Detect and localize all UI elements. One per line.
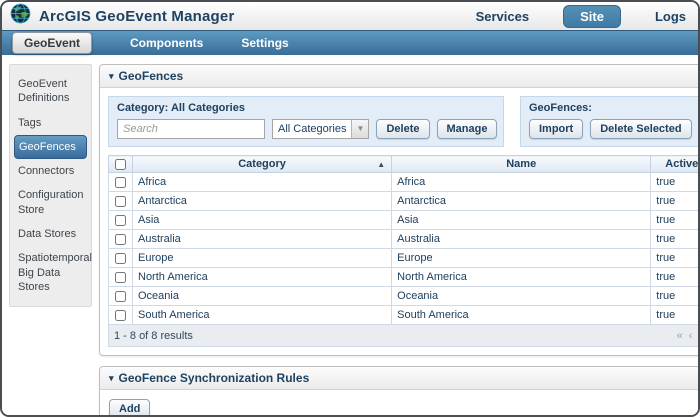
geofences-panel-title: GeoFences bbox=[119, 69, 184, 83]
add-rule-button[interactable]: Add bbox=[109, 399, 150, 417]
table-row: Europe Europe true ✕ bbox=[109, 249, 700, 268]
column-header-name[interactable]: Name bbox=[392, 156, 651, 173]
cell-active: true bbox=[651, 230, 700, 249]
cell-name: Africa bbox=[392, 173, 651, 192]
app-window: ArcGIS GeoEvent Manager Services Site Lo… bbox=[0, 0, 700, 417]
cell-name: Europe bbox=[392, 249, 651, 268]
row-checkbox[interactable] bbox=[115, 272, 126, 283]
results-count: 1 - 8 of 8 results bbox=[114, 330, 193, 342]
category-filter-box: Category: All Categories All Categories … bbox=[108, 96, 504, 147]
column-header-active[interactable]: Active bbox=[651, 156, 700, 173]
nav-tab-components[interactable]: Components bbox=[130, 36, 203, 50]
table-row: North America North America true ✕ bbox=[109, 268, 700, 287]
select-all-header bbox=[109, 156, 133, 173]
category-filter-label: Category: All Categories bbox=[117, 102, 495, 114]
cell-active: true bbox=[651, 287, 700, 306]
row-checkbox[interactable] bbox=[115, 310, 126, 321]
row-checkbox[interactable] bbox=[115, 291, 126, 302]
row-checkbox[interactable] bbox=[115, 234, 126, 245]
pagination: « ‹ 1 › » 15 ▼ bbox=[677, 327, 700, 344]
delete-button[interactable]: Delete bbox=[376, 119, 429, 139]
sidebar-item-spatiotemporal-big-data-stores[interactable]: Spatiotemporal Big Data Stores bbox=[14, 246, 87, 299]
nav-tab-settings[interactable]: Settings bbox=[241, 36, 288, 50]
header-link-services[interactable]: Services bbox=[476, 9, 530, 24]
cell-active: true bbox=[651, 173, 700, 192]
category-select-value: All Categories bbox=[273, 120, 351, 138]
main-column: ▾ GeoFences Category: All Categories All… bbox=[99, 64, 700, 417]
sidebar-item-geoevent-definitions[interactable]: GeoEvent Definitions bbox=[14, 72, 87, 111]
table-footer: 1 - 8 of 8 results « ‹ 1 › » bbox=[109, 325, 700, 347]
sync-rules-panel-header[interactable]: ▾ GeoFence Synchronization Rules bbox=[100, 367, 700, 390]
cell-category: Asia bbox=[133, 211, 392, 230]
main-nav: GeoEvent Components Settings bbox=[2, 30, 698, 55]
sidebar: GeoEvent Definitions Tags GeoFences Conn… bbox=[9, 64, 92, 307]
cell-name: Oceania bbox=[392, 287, 651, 306]
cell-active: true bbox=[651, 211, 700, 230]
sidebar-item-data-stores[interactable]: Data Stores bbox=[14, 222, 87, 246]
table-row: Africa Africa true ✕ bbox=[109, 173, 700, 192]
sync-rules-body: Add Name Datastore Source Action bbox=[100, 390, 700, 417]
nav-tab-geoevent[interactable]: GeoEvent bbox=[12, 32, 92, 54]
globe-icon bbox=[10, 3, 31, 29]
cell-category: Africa bbox=[133, 173, 392, 192]
cell-name: North America bbox=[392, 268, 651, 287]
geofences-panel-header[interactable]: ▾ GeoFences bbox=[100, 65, 700, 88]
cell-name: Asia bbox=[392, 211, 651, 230]
pagination-prev[interactable]: ‹ bbox=[689, 330, 693, 342]
sidebar-item-connectors[interactable]: Connectors bbox=[14, 159, 87, 183]
sidebar-item-geofences[interactable]: GeoFences bbox=[14, 135, 87, 159]
cell-active: true bbox=[651, 192, 700, 211]
dropdown-arrow-icon[interactable]: ▼ bbox=[351, 120, 368, 138]
collapse-caret-icon: ▾ bbox=[109, 373, 114, 384]
app-title: ArcGIS GeoEvent Manager bbox=[39, 8, 235, 25]
row-checkbox[interactable] bbox=[115, 253, 126, 264]
table-row: Australia Australia true ✕ bbox=[109, 230, 700, 249]
cell-category: North America bbox=[133, 268, 392, 287]
cell-category: Antarctica bbox=[133, 192, 392, 211]
select-all-checkbox[interactable] bbox=[115, 159, 126, 170]
cell-active: true bbox=[651, 268, 700, 287]
search-input[interactable] bbox=[117, 119, 265, 139]
import-button[interactable]: Import bbox=[529, 119, 583, 139]
table-row: Asia Asia true ✕ bbox=[109, 211, 700, 230]
geofences-table: Category ▲ Name Active Action bbox=[108, 155, 700, 347]
geofences-actions-label: GeoFences: bbox=[529, 102, 700, 114]
sync-rules-panel-title: GeoFence Synchronization Rules bbox=[119, 371, 310, 385]
sort-asc-icon: ▲ bbox=[377, 160, 385, 169]
cell-active: true bbox=[651, 249, 700, 268]
row-checkbox[interactable] bbox=[115, 177, 126, 188]
cell-category: Europe bbox=[133, 249, 392, 268]
delete-selected-button[interactable]: Delete Selected bbox=[590, 119, 691, 139]
sidebar-item-tags[interactable]: Tags bbox=[14, 111, 87, 135]
filter-row: Category: All Categories All Categories … bbox=[108, 96, 700, 147]
cell-name: Antarctica bbox=[392, 192, 651, 211]
table-row: Oceania Oceania true ✕ bbox=[109, 287, 700, 306]
cell-name: Australia bbox=[392, 230, 651, 249]
column-header-category[interactable]: Category ▲ bbox=[133, 156, 392, 173]
table-row: South America South America true ✕ bbox=[109, 306, 700, 325]
geofences-panel: ▾ GeoFences Category: All Categories All… bbox=[99, 64, 700, 356]
category-select[interactable]: All Categories ▼ bbox=[272, 119, 369, 139]
row-checkbox[interactable] bbox=[115, 196, 126, 207]
collapse-caret-icon: ▾ bbox=[109, 71, 114, 82]
content-area: GeoEvent Definitions Tags GeoFences Conn… bbox=[2, 55, 698, 417]
app-header: ArcGIS GeoEvent Manager Services Site Lo… bbox=[2, 2, 698, 30]
header-link-logs[interactable]: Logs bbox=[655, 9, 686, 24]
pagination-first[interactable]: « bbox=[677, 330, 683, 342]
sync-rules-panel: ▾ GeoFence Synchronization Rules Add Nam… bbox=[99, 366, 700, 417]
manage-button[interactable]: Manage bbox=[437, 119, 498, 139]
cell-active: true bbox=[651, 306, 700, 325]
header-link-site[interactable]: Site bbox=[563, 5, 621, 28]
table-row: Antarctica Antarctica true ✕ bbox=[109, 192, 700, 211]
sidebar-item-configuration-store[interactable]: Configuration Store bbox=[14, 183, 87, 222]
cell-category: South America bbox=[133, 306, 392, 325]
geofences-actions-box: GeoFences: Import Delete Selected Delete… bbox=[520, 96, 700, 147]
cell-category: Australia bbox=[133, 230, 392, 249]
row-checkbox[interactable] bbox=[115, 215, 126, 226]
header-nav: Services Site Logs bbox=[476, 5, 686, 28]
cell-name: South America bbox=[392, 306, 651, 325]
geofences-panel-body: Category: All Categories All Categories … bbox=[100, 88, 700, 355]
cell-category: Oceania bbox=[133, 287, 392, 306]
